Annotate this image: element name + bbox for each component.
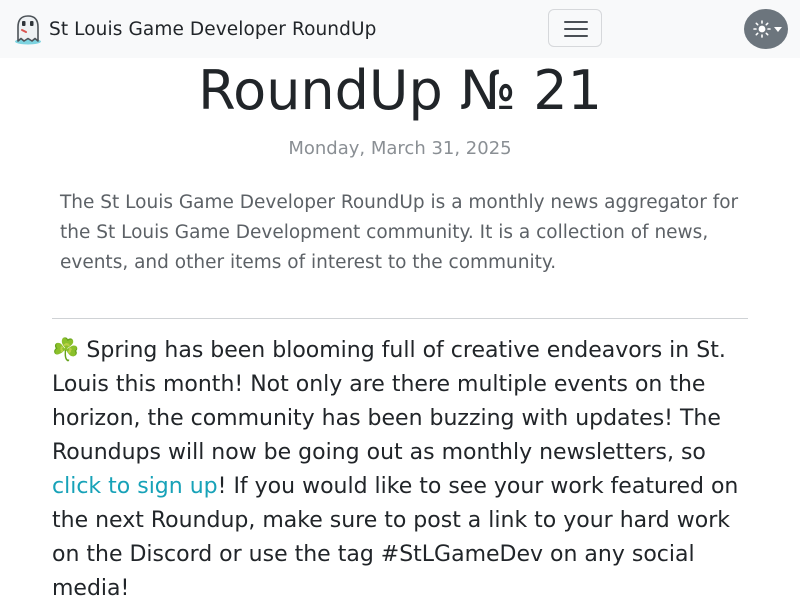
chevron-down-icon	[774, 27, 782, 32]
sun-icon	[753, 20, 771, 38]
menu-toggle-button[interactable]	[548, 9, 602, 47]
divider	[52, 318, 748, 319]
body-paragraph: ☘️ Spring has been blooming full of crea…	[52, 334, 752, 606]
brand-link[interactable]: St Louis Game Developer RoundUp	[12, 12, 376, 46]
post-date: Monday, March 31, 2025	[288, 138, 512, 159]
ghost-logo-icon	[15, 15, 41, 45]
page-title: RoundUp № 21	[198, 59, 602, 122]
shamrock-icon: ☘️	[52, 338, 80, 363]
intro-paragraph: The St Louis Game Developer RoundUp is a…	[60, 192, 739, 273]
navbar: St Louis Game Developer RoundUp	[0, 0, 800, 58]
theme-toggle-button[interactable]	[744, 9, 788, 49]
hamburger-icon	[564, 21, 588, 37]
body-text-part-1: Spring has been blooming full of creativ…	[52, 338, 726, 465]
signup-link[interactable]: click to sign up	[52, 474, 218, 499]
brand-title: St Louis Game Developer RoundUp	[49, 18, 377, 40]
